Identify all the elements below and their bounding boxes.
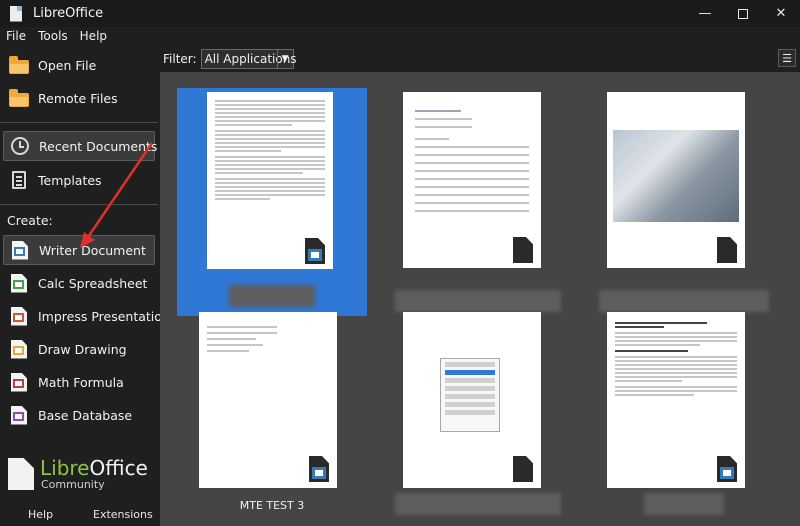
remote-files-button[interactable]: Remote Files xyxy=(3,83,155,113)
actions-menu-button[interactable]: ☰ xyxy=(778,49,796,67)
base-database-button[interactable]: Base Database xyxy=(3,400,155,430)
document-preview xyxy=(403,312,541,488)
caption-redacted xyxy=(644,493,724,515)
menu-file[interactable]: File xyxy=(6,29,26,43)
filter-label: Filter: xyxy=(163,51,197,66)
remote-files-label: Remote Files xyxy=(38,90,118,106)
preview-dialog-image xyxy=(440,358,500,432)
create-label: Create: xyxy=(7,213,53,228)
open-file-label: Open File xyxy=(38,57,97,73)
filter-bar: Filter: All Applications ▼ ☰ xyxy=(160,45,800,72)
calc-spreadsheet-label: Calc Spreadsheet xyxy=(38,275,148,291)
document-preview xyxy=(207,92,333,269)
title-bar: LibreOffice — ✕ xyxy=(0,0,800,27)
libreoffice-logo-icon xyxy=(8,5,24,22)
menu-bar: File Tools Help xyxy=(0,27,160,45)
writer-file-icon xyxy=(717,456,737,482)
math-formula-button[interactable]: Math Formula xyxy=(3,367,155,397)
caption-redacted xyxy=(229,285,315,307)
recent-doc-thumbnail[interactable]: MTE TEST 3 xyxy=(177,308,367,526)
writer-document-button[interactable]: Writer Document xyxy=(3,235,155,265)
math-formula-label: Math Formula xyxy=(38,374,124,390)
recent-documents-button[interactable]: Recent Documents xyxy=(3,131,158,161)
minimize-button[interactable]: — xyxy=(686,0,724,27)
logo-community: Community xyxy=(41,478,105,491)
document-file-icon xyxy=(513,456,533,482)
remote-folder-icon xyxy=(8,87,30,109)
recent-doc-thumbnail[interactable] xyxy=(383,88,573,316)
recent-doc-thumbnail[interactable] xyxy=(589,308,779,526)
document-file-icon xyxy=(513,237,533,263)
math-icon xyxy=(8,371,30,393)
logo-word-libre: Libre xyxy=(40,456,90,480)
folder-icon xyxy=(8,54,30,76)
template-icon xyxy=(8,169,30,191)
libreoffice-community-logo: LibreOffice Community xyxy=(8,456,156,492)
writer-file-icon xyxy=(305,238,325,264)
window-title: LibreOffice xyxy=(33,6,104,21)
logo-word-office: Office xyxy=(89,456,148,480)
caption-redacted xyxy=(395,493,561,515)
document-file-icon xyxy=(717,237,737,263)
base-database-label: Base Database xyxy=(38,407,133,423)
recent-documents-label: Recent Documents xyxy=(39,138,158,154)
recent-documents-view: MTE TEST 3 xyxy=(160,72,800,526)
draw-drawing-button[interactable]: Draw Drawing xyxy=(3,334,155,364)
close-icon: ✕ xyxy=(775,6,787,21)
libreoffice-mark-icon xyxy=(8,458,34,490)
filter-dropdown[interactable]: All Applications ▼ xyxy=(200,48,297,69)
recent-doc-caption: MTE TEST 3 xyxy=(239,499,305,512)
chevron-down-icon: ▼ xyxy=(276,49,293,68)
calc-icon xyxy=(8,272,30,294)
maximize-button[interactable] xyxy=(724,0,762,27)
document-preview xyxy=(607,312,745,488)
menu-help[interactable]: Help xyxy=(80,29,107,43)
writer-document-label: Writer Document xyxy=(39,242,146,258)
draw-icon xyxy=(8,338,30,360)
sidebar-divider xyxy=(0,122,158,123)
recent-doc-thumbnail[interactable] xyxy=(589,88,779,316)
recent-doc-thumbnail[interactable] xyxy=(383,308,573,526)
menu-tools[interactable]: Tools xyxy=(38,29,68,43)
templates-label: Templates xyxy=(38,172,102,188)
writer-icon xyxy=(9,239,31,261)
document-preview xyxy=(403,92,541,268)
open-file-button[interactable]: Open File xyxy=(3,50,155,80)
writer-file-icon xyxy=(309,456,329,482)
extensions-button[interactable]: Extensions xyxy=(93,508,153,521)
templates-button[interactable]: Templates xyxy=(3,165,155,195)
recent-doc-thumbnail[interactable] xyxy=(177,88,367,316)
sidebar-divider xyxy=(0,204,158,205)
minimize-icon: — xyxy=(698,6,712,21)
impress-presentation-button[interactable]: Impress Presentation xyxy=(3,301,170,331)
preview-photo xyxy=(613,130,739,222)
document-preview xyxy=(607,92,745,268)
hamburger-icon: ☰ xyxy=(782,51,792,65)
base-icon xyxy=(8,404,30,426)
draw-drawing-label: Draw Drawing xyxy=(38,341,127,357)
calc-spreadsheet-button[interactable]: Calc Spreadsheet xyxy=(3,268,155,298)
close-button[interactable]: ✕ xyxy=(762,0,800,27)
impress-icon xyxy=(8,305,30,327)
clock-icon xyxy=(9,135,31,157)
impress-presentation-label: Impress Presentation xyxy=(38,308,170,324)
document-preview xyxy=(199,312,337,488)
start-center-sidebar: Open File Remote Files Recent Documents … xyxy=(0,45,170,526)
help-button[interactable]: Help xyxy=(28,508,53,521)
maximize-icon xyxy=(738,8,748,19)
